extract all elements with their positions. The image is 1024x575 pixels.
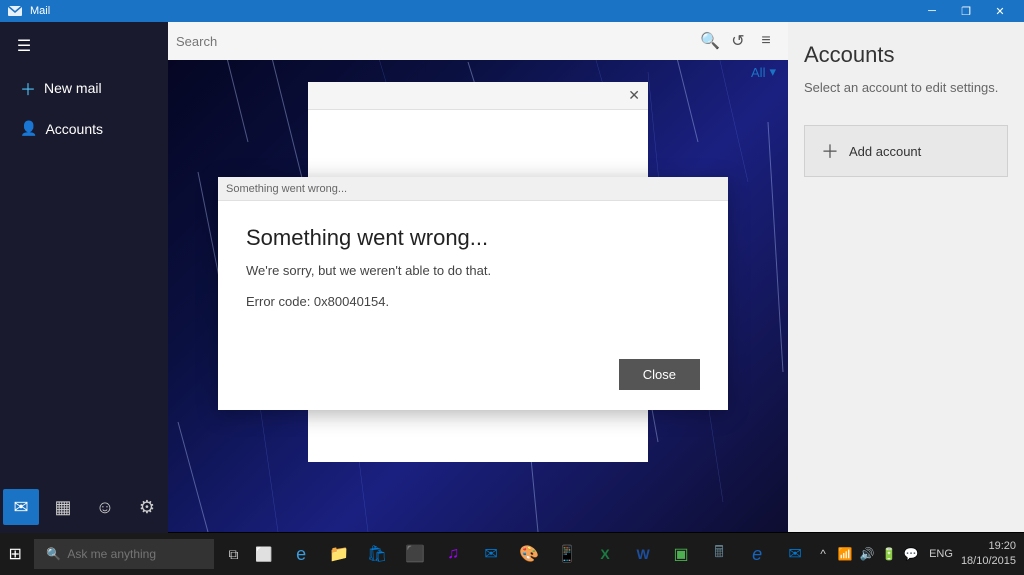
chevron-down-icon: ▾ <box>769 64 776 80</box>
accounts-panel-subtitle: Select an account to edit settings. <box>804 80 1008 95</box>
sidebar-top: ☰ ＋ New mail 👤 Accounts <box>0 22 168 155</box>
error-dialog-body: Something went wrong... We're sorry, but… <box>218 201 728 359</box>
refresh-button[interactable]: ↺ <box>724 27 752 55</box>
app-title: Mail <box>30 5 50 17</box>
clock: 19:20 18/10/2015 <box>961 539 1016 570</box>
error-dialog: Something went wrong... Something went w… <box>218 177 728 410</box>
ie-icon[interactable]: e <box>739 536 775 572</box>
main-content: .streak { stroke: rgba(180,200,255,0.4);… <box>168 22 788 532</box>
error-title: Something went wrong... <box>246 225 700 251</box>
settings-icon: ⚙ <box>139 497 155 518</box>
error-dialog-footer: Close <box>218 359 728 410</box>
hamburger-button[interactable]: ☰ <box>8 30 40 62</box>
settings-bottom-icon[interactable]: ⚙ <box>129 489 165 525</box>
tray-icons: ^ 📶 🔊 🔋 💬 <box>813 544 921 564</box>
media-icon[interactable]: ⬛ <box>397 536 433 572</box>
mail-icon: ✉ <box>13 497 28 518</box>
calendar-bottom-icon[interactable]: ▦ <box>45 489 81 525</box>
accounts-nav-item[interactable]: 👤 Accounts <box>8 110 160 147</box>
taskbar-apps: e 📁 🛍 ⬛ ♫ ✉ 🎨 📱 X W ▣ 🖩 e ✉ <box>283 536 813 572</box>
calc-icon[interactable]: 🖩 <box>701 536 737 572</box>
error-dialog-titlebar: Something went wrong... <box>218 177 728 201</box>
devices-button[interactable]: ⬜ <box>249 533 279 575</box>
close-button[interactable]: ✕ <box>984 0 1016 22</box>
store-icon[interactable]: 🛍 <box>359 536 395 572</box>
taskbar-search[interactable]: 🔍 <box>34 539 214 569</box>
restore-button[interactable]: ❐ <box>950 0 982 22</box>
mail2-icon[interactable]: ✉ <box>777 536 813 572</box>
taskbar-right: ^ 📶 🔊 🔋 💬 ENG 19:20 18/10/2015 <box>813 539 1024 570</box>
error-dialog-titlebar-text: Something went wrong... <box>226 183 347 195</box>
up-arrow-icon[interactable]: ^ <box>813 544 833 564</box>
language-label: ENG <box>925 548 957 560</box>
error-subtitle: We're sorry, but we weren't able to do t… <box>246 263 700 278</box>
message-icon[interactable]: 💬 <box>901 544 921 564</box>
person-icon: 👤 <box>20 120 37 137</box>
bg-dialog-titlebar: ✕ <box>308 82 648 110</box>
new-mail-label: New mail <box>44 80 102 96</box>
volume-icon[interactable]: 🔊 <box>857 544 877 564</box>
filter-button[interactable]: ≡ <box>752 27 780 55</box>
start-button[interactable]: ⊞ <box>0 533 30 575</box>
mail-app-icon <box>8 4 22 18</box>
right-panel: Accounts Select an account to edit setti… <box>788 22 1024 532</box>
search-bar: 🔍 ↺ ≡ <box>168 22 788 60</box>
search-input[interactable] <box>176 34 696 49</box>
sidebar: ☰ ＋ New mail 👤 Accounts <box>0 22 168 532</box>
accounts-label: Accounts <box>45 121 103 137</box>
greenapp-icon[interactable]: ▣ <box>663 536 699 572</box>
battery-icon[interactable]: 🔋 <box>879 544 899 564</box>
bg-dialog-close-icon[interactable]: ✕ <box>628 87 640 104</box>
add-account-button[interactable]: ＋ Add account <box>804 125 1008 177</box>
emoji-icon: ☺ <box>96 497 114 518</box>
taskbar-search-input[interactable] <box>67 547 207 561</box>
hamburger-icon: ☰ <box>17 36 31 56</box>
plus-icon: ＋ <box>20 76 36 100</box>
window-controls: ─ ❐ ✕ <box>916 0 1016 22</box>
edge-icon[interactable]: e <box>283 536 319 572</box>
files-icon[interactable]: 📁 <box>321 536 357 572</box>
phone-icon[interactable]: 📱 <box>549 536 585 572</box>
task-view-icon: ⧉ <box>229 546 239 563</box>
taskbar-search-icon: 🔍 <box>46 547 61 561</box>
groove-icon[interactable]: ♫ <box>435 536 471 572</box>
mail-taskbar-icon[interactable]: ✉ <box>473 536 509 572</box>
task-view-button[interactable]: ⧉ <box>218 533 248 575</box>
time: 19:20 <box>961 539 1016 554</box>
title-bar-left: Mail <box>8 4 50 18</box>
search-button[interactable]: 🔍 <box>696 27 724 55</box>
accounts-panel-title: Accounts <box>804 42 1008 68</box>
title-bar: Mail ─ ❐ ✕ <box>0 0 1024 22</box>
date: 18/10/2015 <box>961 554 1016 569</box>
new-mail-button[interactable]: ＋ New mail <box>8 66 160 110</box>
plus-add-icon: ＋ <box>821 138 839 164</box>
all-filter[interactable]: All ▾ <box>747 60 780 84</box>
sidebar-bottom: ✉ ▦ ☺ ⚙ <box>0 481 168 533</box>
emoji-bottom-icon[interactable]: ☺ <box>87 489 123 525</box>
minimize-button[interactable]: ─ <box>916 0 948 22</box>
mail-bottom-icon[interactable]: ✉ <box>3 489 39 525</box>
paint-icon[interactable]: 🎨 <box>511 536 547 572</box>
close-error-button[interactable]: Close <box>619 359 700 390</box>
taskbar: ⊞ 🔍 ⧉ ⬜ e 📁 🛍 ⬛ ♫ ✉ 🎨 📱 X W ▣ 🖩 e ✉ ^ 📶 … <box>0 533 1024 575</box>
calendar-icon: ▦ <box>54 497 71 518</box>
devices-icon: ⬜ <box>255 546 272 563</box>
all-filter-label: All <box>751 65 765 80</box>
network-icon[interactable]: 📶 <box>835 544 855 564</box>
windows-icon: ⊞ <box>8 544 21 564</box>
add-account-label: Add account <box>849 144 921 159</box>
excel-icon[interactable]: X <box>587 536 623 572</box>
error-code: Error code: 0x80040154. <box>246 294 700 309</box>
word-icon[interactable]: W <box>625 536 661 572</box>
